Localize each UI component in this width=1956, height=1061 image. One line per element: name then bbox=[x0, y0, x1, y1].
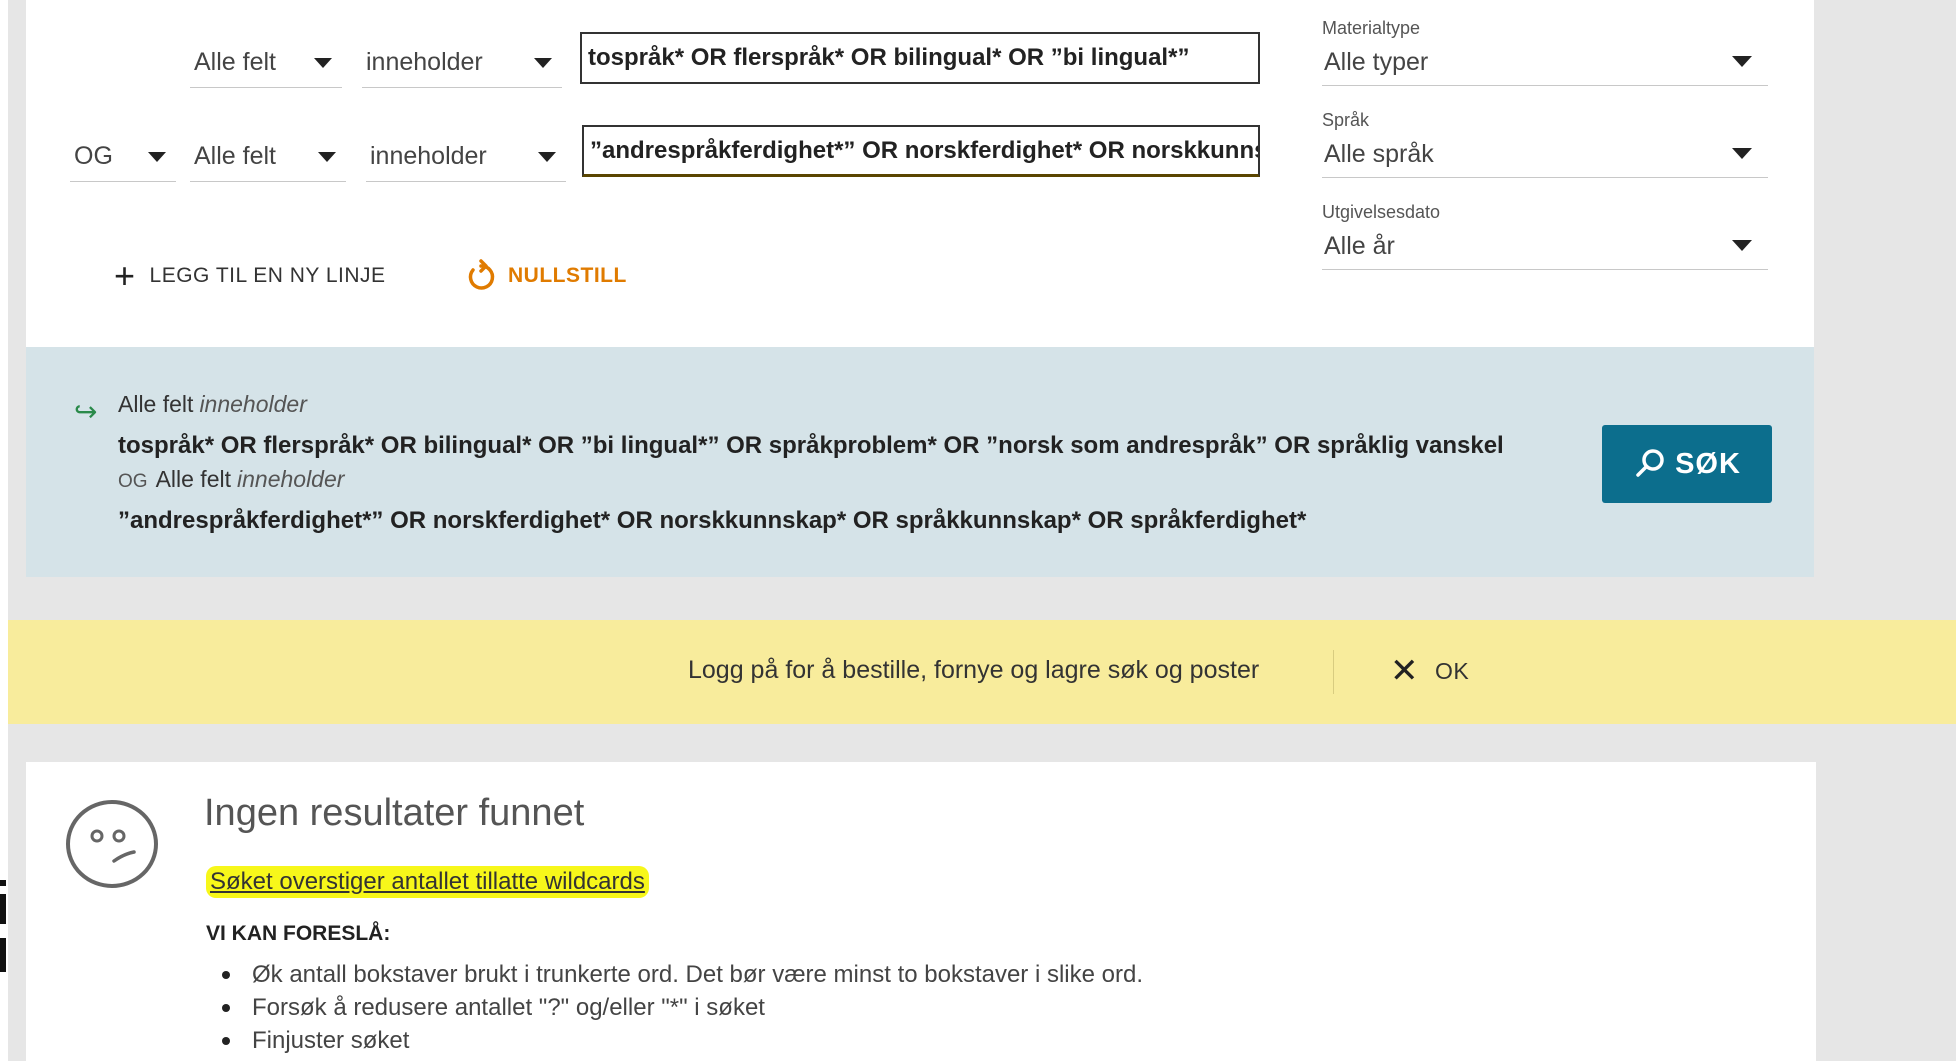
summary-query-2: ”andrespråkferdighet*” OR norskferdighet… bbox=[118, 507, 1307, 534]
advanced-search-panel: Alle felt inneholder tospråk* OR flerspr… bbox=[26, 0, 1814, 347]
language-label: Språk bbox=[1322, 110, 1370, 130]
reset-icon bbox=[468, 259, 495, 290]
caret-down-icon bbox=[1732, 240, 1752, 251]
close-icon: ✕ bbox=[1390, 652, 1419, 690]
publication-date-value: Alle år bbox=[1324, 232, 1395, 260]
operator-select-2[interactable]: OG bbox=[70, 130, 176, 182]
login-banner-message: Logg på for å bestille, fornye og lagre … bbox=[688, 656, 1260, 684]
summary-field-2: Alle felt bbox=[155, 466, 231, 492]
condition-select-2-value: inneholder bbox=[370, 142, 487, 170]
caret-down-icon bbox=[148, 152, 166, 162]
condition-select-1[interactable]: inneholder bbox=[362, 36, 562, 88]
caret-down-icon bbox=[538, 152, 556, 162]
wildcard-warning: Søket overstiger antallet tillatte wildc… bbox=[206, 866, 649, 898]
publication-date-select[interactable]: Alle år bbox=[1322, 226, 1768, 270]
arrow-right-icon: ↪ bbox=[74, 396, 98, 427]
add-line-button[interactable]: + LEGG TIL EN NY LINJE bbox=[114, 256, 386, 296]
no-results-title: Ingen resultater funnet bbox=[204, 792, 585, 834]
plus-icon: + bbox=[114, 255, 136, 296]
caret-down-icon bbox=[534, 58, 552, 68]
search-button-label: SØK bbox=[1675, 447, 1741, 480]
summary-condition-1: inneholder bbox=[199, 391, 307, 417]
suggestion-item: Finjuster søket bbox=[222, 1024, 1143, 1057]
material-type-filter[interactable]: Materialtype Alle typer bbox=[1322, 18, 1768, 86]
query-input-2[interactable]: ”andrespråkferdighet*” OR norskferdighet… bbox=[582, 125, 1260, 177]
operator-select-2-value: OG bbox=[74, 142, 113, 170]
caret-down-icon bbox=[1732, 148, 1752, 159]
condition-select-2[interactable]: inneholder bbox=[366, 130, 566, 182]
summary-operator-2: OG bbox=[118, 471, 148, 492]
summary-field-1: Alle felt bbox=[118, 391, 194, 417]
caret-down-icon bbox=[1732, 56, 1752, 67]
reset-label: NULLSTILL bbox=[508, 264, 627, 287]
field-select-2[interactable]: Alle felt bbox=[190, 130, 346, 182]
language-value: Alle språk bbox=[1324, 140, 1434, 168]
dismiss-banner-label: OK bbox=[1435, 657, 1470, 684]
suggestions-list: Øk antall bokstaver brukt i trunkerte or… bbox=[222, 958, 1143, 1057]
results-panel: Ingen resultater funnet Søket overstiger… bbox=[26, 762, 1816, 1061]
reset-button[interactable]: NULLSTILL bbox=[464, 256, 627, 296]
add-line-label: LEGG TIL EN NY LINJE bbox=[149, 264, 386, 287]
left-edge-marks bbox=[0, 870, 8, 1000]
material-type-select[interactable]: Alle typer bbox=[1322, 42, 1768, 86]
summary-query-1: tospråk* OR flerspråk* OR bilingual* OR … bbox=[118, 432, 1504, 459]
language-select[interactable]: Alle språk bbox=[1322, 134, 1768, 178]
caret-down-icon bbox=[318, 152, 336, 162]
summary-condition-2: inneholder bbox=[237, 466, 345, 492]
summary-line-1: Alle felt inneholder bbox=[118, 391, 307, 418]
publication-date-label: Utgivelsesdato bbox=[1322, 202, 1441, 222]
field-select-1-value: Alle felt bbox=[194, 48, 276, 76]
material-type-label: Materialtype bbox=[1322, 18, 1421, 38]
search-icon bbox=[1636, 449, 1664, 477]
condition-select-1-value: inneholder bbox=[366, 48, 483, 76]
query-summary: ↪ Alle felt inneholder tospråk* OR flersp… bbox=[26, 347, 1814, 577]
caret-down-icon bbox=[314, 58, 332, 68]
query-input-1[interactable]: tospråk* OR flerspråk* OR bilingual* OR … bbox=[580, 32, 1260, 84]
suggestion-item: Øk antall bokstaver brukt i trunkerte or… bbox=[222, 958, 1143, 991]
field-select-1[interactable]: Alle felt bbox=[190, 36, 342, 88]
publication-date-filter[interactable]: Utgivelsesdato Alle år bbox=[1322, 202, 1768, 270]
suggestion-item: Forsøk å redusere antallet "?" og/eller … bbox=[222, 991, 1143, 1024]
dismiss-banner-button[interactable]: ✕ OK bbox=[1390, 648, 1469, 694]
language-filter[interactable]: Språk Alle språk bbox=[1322, 110, 1768, 178]
search-button[interactable]: SØK bbox=[1602, 425, 1772, 503]
login-banner: Logg på for å bestille, fornye og lagre … bbox=[8, 620, 1956, 724]
summary-line-2: OG Alle felt inneholder bbox=[118, 466, 344, 493]
field-select-2-value: Alle felt bbox=[194, 142, 276, 170]
material-type-value: Alle typer bbox=[1324, 48, 1429, 76]
banner-divider bbox=[1333, 650, 1334, 694]
suggestions-heading: VI KAN FORESLÅ: bbox=[206, 922, 391, 945]
sad-face-icon bbox=[66, 800, 158, 888]
